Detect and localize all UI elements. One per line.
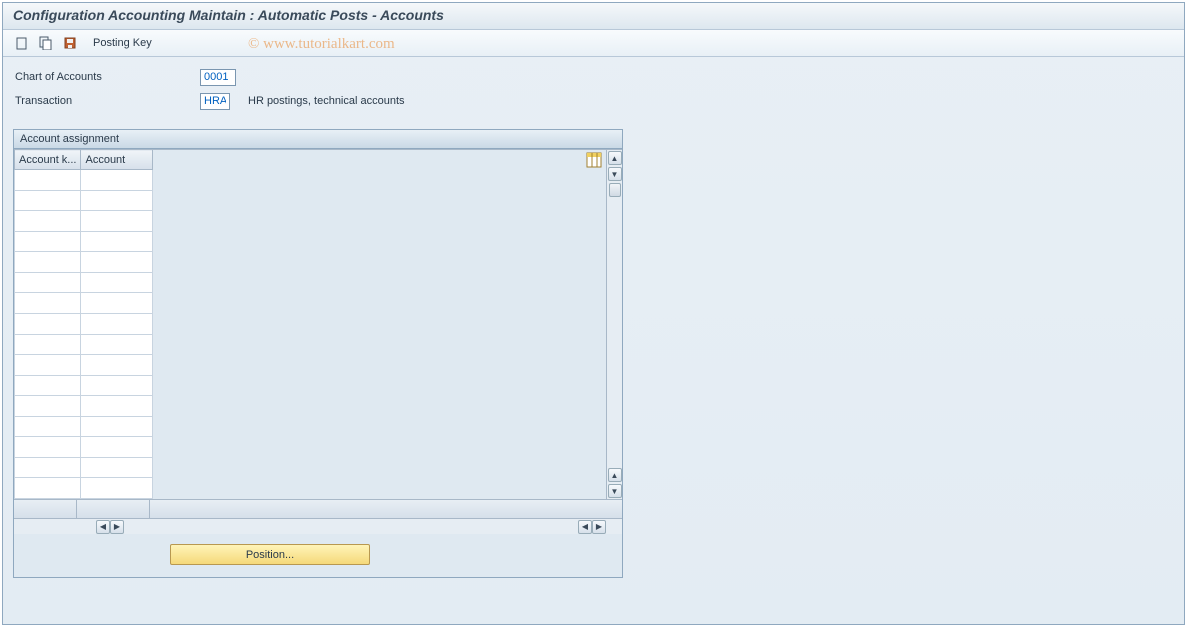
table-row[interactable] xyxy=(15,375,153,396)
position-button[interactable]: Position... xyxy=(170,544,370,565)
table-row[interactable] xyxy=(15,437,153,458)
col-header-account[interactable]: Account xyxy=(81,150,153,170)
table-row[interactable] xyxy=(15,313,153,334)
table-row[interactable] xyxy=(15,170,153,191)
form-area: Chart of Accounts Transaction HR posting… xyxy=(3,57,1184,121)
grid-footer-row xyxy=(14,499,622,518)
transaction-label: Transaction xyxy=(15,95,200,107)
table-row[interactable] xyxy=(15,355,153,376)
col-header-account-key[interactable]: Account k... xyxy=(15,150,81,170)
scroll-left-icon[interactable]: ◀ xyxy=(96,520,110,534)
table-row[interactable] xyxy=(15,334,153,355)
save-icon[interactable] xyxy=(61,34,79,52)
table-row[interactable] xyxy=(15,293,153,314)
table-row[interactable] xyxy=(15,211,153,232)
toolbar: Posting Key xyxy=(3,30,1184,57)
scroll-thumb[interactable] xyxy=(609,183,621,197)
table-settings-icon[interactable] xyxy=(586,152,602,168)
table-row[interactable] xyxy=(15,457,153,478)
transaction-desc: HR postings, technical accounts xyxy=(248,95,405,107)
table-row[interactable] xyxy=(15,252,153,273)
table-row[interactable] xyxy=(15,231,153,252)
chart-of-accounts-label: Chart of Accounts xyxy=(15,71,200,83)
transaction-input[interactable] xyxy=(200,93,230,110)
title-bar: Configuration Accounting Maintain : Auto… xyxy=(3,3,1184,30)
scroll-right-icon[interactable]: ▶ xyxy=(110,520,124,534)
horizontal-scrollbar[interactable]: ◀ ▶ ◀ ▶ xyxy=(14,518,622,534)
page-title: Configuration Accounting Maintain : Auto… xyxy=(13,7,1174,23)
vertical-scrollbar[interactable]: ▲ ▼ ▲ ▼ xyxy=(606,149,622,499)
table-row[interactable] xyxy=(15,478,153,499)
posting-key-button[interactable]: Posting Key xyxy=(89,35,156,51)
account-grid[interactable]: Account k... Account xyxy=(14,149,153,499)
new-entry-icon[interactable] xyxy=(13,34,31,52)
table-row[interactable] xyxy=(15,190,153,211)
scroll-up-icon[interactable]: ▲ xyxy=(608,151,622,165)
grid-spacer xyxy=(153,149,606,499)
table-row[interactable] xyxy=(15,416,153,437)
scroll-left-end-icon[interactable]: ◀ xyxy=(578,520,592,534)
copy-icon[interactable] xyxy=(37,34,55,52)
table-row[interactable] xyxy=(15,396,153,417)
scroll-right-end-icon[interactable]: ▶ xyxy=(592,520,606,534)
scroll-down-bottom-icon[interactable]: ▼ xyxy=(608,484,622,498)
table-row[interactable] xyxy=(15,272,153,293)
chart-of-accounts-input[interactable] xyxy=(200,69,236,86)
panel-title: Account assignment xyxy=(14,130,622,149)
scroll-down-icon[interactable]: ▼ xyxy=(608,167,622,181)
scroll-up-bottom-icon[interactable]: ▲ xyxy=(608,468,622,482)
account-assignment-panel: Account assignment Account k... Account xyxy=(13,129,623,578)
